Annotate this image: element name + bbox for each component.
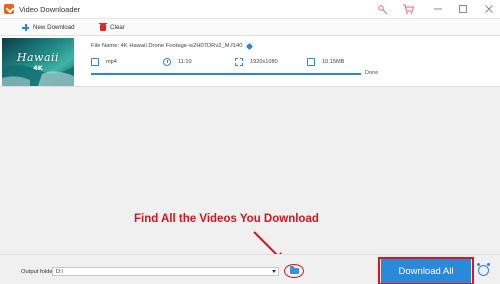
thumbnail-title: Hawaii — [16, 51, 60, 64]
trash-icon — [99, 23, 107, 31]
close-icon[interactable] — [483, 3, 495, 15]
new-download-label: New Download — [33, 24, 75, 31]
thumbnail-subtitle: 4K — [33, 64, 43, 72]
minimize-icon[interactable] — [432, 3, 444, 15]
format-value: mp4 — [106, 59, 117, 65]
duration-value: 11:10 — [178, 59, 192, 65]
key-icon[interactable] — [377, 3, 389, 15]
format-icon — [91, 58, 99, 66]
output-folder-select[interactable]: D:\ — [52, 267, 279, 276]
app-logo-icon — [4, 4, 14, 14]
maximize-icon[interactable] — [457, 3, 469, 15]
toolbar: New Download Clear — [0, 19, 500, 36]
clear-button[interactable]: Clear — [99, 22, 125, 33]
file-name-text: File Name: 4K Hawaii Drone Footage-w2H07… — [91, 43, 243, 49]
duration-info: 11:10 — [163, 57, 192, 67]
alarm-clock-icon[interactable] — [477, 263, 490, 276]
progress-bar — [91, 73, 361, 75]
window-title: Video Downloader — [19, 5, 81, 14]
app-window: Video Downloader New Download Clear Hawa… — [0, 0, 500, 284]
plus-icon — [22, 24, 29, 31]
progress-fill — [91, 73, 361, 75]
list-item[interactable]: Hawaii 4K File Name: 4K Hawaii Drone Foo… — [0, 36, 500, 87]
clock-icon — [163, 58, 171, 66]
pencil-icon[interactable] — [246, 42, 254, 50]
open-folder-button[interactable] — [284, 264, 304, 278]
download-all-button[interactable]: Download All — [381, 259, 471, 283]
file-name: File Name: 4K Hawaii Drone Footage-w2H07… — [91, 42, 254, 50]
folder-icon — [289, 266, 299, 274]
resolution-value: 1920x1080 — [250, 59, 278, 65]
title-bar: Video Downloader — [0, 0, 500, 19]
clear-label: Clear — [110, 24, 125, 31]
cart-icon[interactable] — [402, 3, 415, 15]
size-info: 10.15MB — [307, 57, 344, 67]
resolution-info: 1920x1080 — [235, 57, 278, 67]
bottom-bar: Output folder: D:\ Download All — [0, 254, 500, 284]
format-info: mp4 — [91, 57, 117, 67]
resolution-icon — [235, 58, 243, 66]
output-folder-label: Output folder: — [21, 269, 57, 275]
folder-icon — [307, 58, 315, 66]
output-folder-value: D:\ — [56, 269, 64, 275]
size-value: 10.15MB — [322, 59, 345, 65]
annotation-text: Find All the Videos You Download — [134, 213, 319, 225]
video-thumbnail: Hawaii 4K — [2, 38, 74, 86]
chevron-down-icon — [272, 270, 276, 273]
new-download-button[interactable]: New Download — [22, 22, 75, 33]
status-text: Done — [365, 70, 379, 76]
